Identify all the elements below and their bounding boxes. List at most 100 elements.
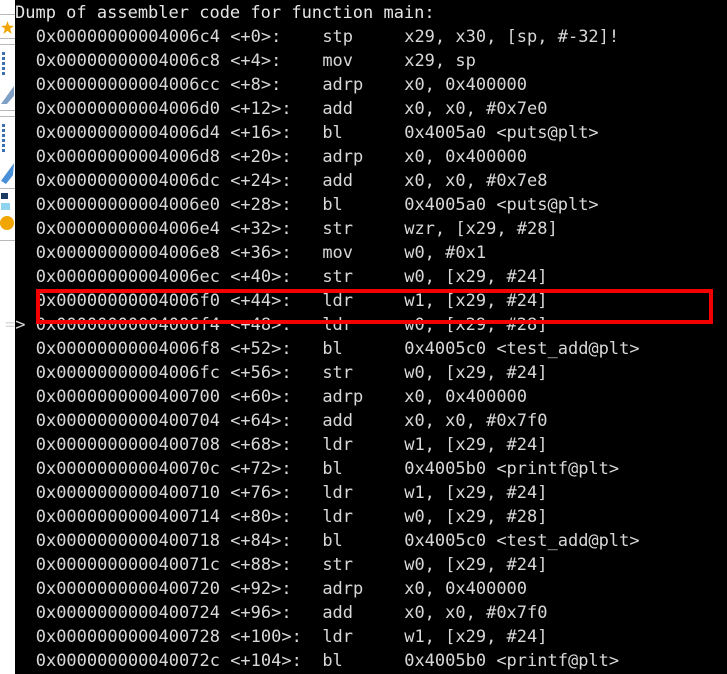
disassembly-line: 0x00000000004006ec <+40>: str w0, [x29, …: [5, 265, 548, 289]
instruction-mnemonic: ldr: [322, 291, 405, 311]
instruction-address: 0x0000000000400718: [35, 531, 231, 551]
instruction-address: 0x0000000000400710: [35, 483, 231, 503]
instruction-address: 0x00000000004006d4: [35, 123, 231, 143]
instruction-mnemonic: add: [322, 99, 405, 119]
instruction-operands: w0, [x29, #28]: [404, 315, 548, 335]
instruction-offset: <+44>:: [230, 291, 323, 311]
instruction-mnemonic: ldr: [322, 315, 405, 335]
instruction-mnemonic: ldr: [322, 435, 405, 455]
instruction-operands: x0, 0x400000: [404, 75, 528, 95]
instruction-address: 0x0000000000400728: [35, 627, 231, 647]
instruction-mnemonic: str: [322, 267, 405, 287]
instruction-offset: <+12>:: [230, 99, 323, 119]
program-counter-marker: [5, 243, 36, 263]
program-counter-marker: [5, 603, 36, 623]
instruction-offset: <+104>:: [230, 651, 323, 671]
instruction-operands: 0x4005b0 <printf@plt>: [404, 459, 620, 479]
instruction-operands: x0, x0, #0x7f0: [404, 603, 548, 623]
disassembly-line: 0x0000000000400704 <+64>: add x0, x0, #0…: [5, 409, 548, 433]
program-counter-marker: [5, 411, 36, 431]
program-counter-marker: [5, 435, 36, 455]
disassembly-line: 0x0000000000400714 <+80>: ldr w0, [x29, …: [5, 505, 548, 529]
instruction-address: 0x00000000004006cc: [35, 75, 231, 95]
disassembly-line: 0x00000000004006dc <+24>: add x0, x0, #0…: [5, 169, 548, 193]
instruction-mnemonic: add: [322, 603, 405, 623]
instruction-address: 0x0000000000400714: [35, 507, 231, 527]
instruction-address: 0x00000000004006f0: [35, 291, 231, 311]
disassembly-line: 0x00000000004006f8 <+52>: bl 0x4005c0 <t…: [5, 337, 640, 361]
instruction-address: 0x00000000004006e0: [35, 195, 231, 215]
instruction-operands: 0x4005b0 <printf@plt>: [404, 651, 620, 671]
instruction-offset: <+100>:: [230, 627, 323, 647]
instruction-mnemonic: add: [322, 411, 405, 431]
disassembly-line: 0x0000000000400720 <+92>: adrp x0, 0x400…: [5, 577, 527, 601]
instruction-mnemonic: mov: [322, 243, 405, 263]
instruction-offset: <+92>:: [230, 579, 323, 599]
program-counter-marker: [5, 171, 36, 191]
instruction-mnemonic: bl: [322, 651, 405, 671]
instruction-mnemonic: add: [322, 171, 405, 191]
instruction-offset: <+56>:: [230, 363, 323, 383]
disassembly-line: 0x00000000004006d4 <+16>: bl 0x4005a0 <p…: [5, 121, 599, 145]
instruction-address: 0x0000000000400720: [35, 579, 231, 599]
instruction-operands: x0, x0, #0x7e8: [404, 171, 548, 191]
disassembly-line: 0x00000000004006e8 <+36>: mov w0, #0x1: [5, 241, 486, 265]
disassembly-line: 0x00000000004006e4 <+32>: str wzr, [x29,…: [5, 217, 558, 241]
instruction-offset: <+60>:: [230, 387, 323, 407]
instruction-address: 0x00000000004006c8: [35, 51, 231, 71]
instruction-mnemonic: ldr: [322, 627, 405, 647]
program-counter-marker: [5, 219, 36, 239]
program-counter-marker: [5, 363, 36, 383]
instruction-offset: <+68>:: [230, 435, 323, 455]
instruction-operands: w0, [x29, #24]: [404, 363, 548, 383]
instruction-offset: <+16>:: [230, 123, 323, 143]
disassembly-line: 0x00000000004006d0 <+12>: add x0, x0, #0…: [5, 97, 548, 121]
instruction-address: 0x0000000000400708: [35, 435, 231, 455]
disassembly-line: 0x0000000000400728 <+100>: ldr w1, [x29,…: [5, 625, 548, 649]
instruction-address: 0x00000000004006c4: [35, 27, 231, 47]
disassembly-line: 0x00000000004006cc <+8>: adrp x0, 0x4000…: [5, 73, 527, 97]
instruction-operands: 0x4005c0 <test_add@plt>: [404, 531, 640, 551]
program-counter-marker: [5, 195, 36, 215]
instruction-operands: x0, 0x400000: [404, 579, 528, 599]
instruction-mnemonic: bl: [322, 123, 405, 143]
instruction-mnemonic: adrp: [322, 147, 405, 167]
program-counter-marker: [5, 147, 36, 167]
instruction-offset: <+20>:: [230, 147, 323, 167]
instruction-operands: w0, [x29, #28]: [404, 507, 548, 527]
instruction-offset: <+48>:: [230, 315, 323, 335]
disassembly-line: 0x000000000040070c <+72>: bl 0x4005b0 <p…: [5, 457, 619, 481]
instruction-operands: w1, [x29, #24]: [404, 483, 548, 503]
program-counter-marker: [5, 627, 36, 647]
disassembly-line: => 0x00000000004006f4 <+48>: ldr w0, [x2…: [5, 313, 548, 337]
disassembly-line: 0x0000000000400710 <+76>: ldr w1, [x29, …: [5, 481, 548, 505]
disassembly-header: Dump of assembler code for function main…: [15, 3, 435, 23]
instruction-operands: wzr, [x29, #28]: [404, 219, 558, 239]
instruction-operands: w0, [x29, #24]: [404, 555, 548, 575]
program-counter-marker: [5, 267, 36, 287]
instruction-mnemonic: bl: [322, 339, 405, 359]
disassembly-line: 0x00000000004006f0 <+44>: ldr w1, [x29, …: [5, 289, 548, 313]
instruction-address: 0x000000000040072c: [35, 651, 231, 671]
instruction-operands: w1, [x29, #24]: [404, 435, 548, 455]
instruction-address: 0x00000000004006d8: [35, 147, 231, 167]
instruction-offset: <+84>:: [230, 531, 323, 551]
disassembly-line: 0x000000000040072c <+104>: bl 0x4005b0 <…: [5, 649, 619, 673]
instruction-offset: <+72>:: [230, 459, 323, 479]
instruction-address: 0x0000000000400724: [35, 603, 231, 623]
instruction-offset: <+36>:: [230, 243, 323, 263]
instruction-address: 0x000000000040070c: [35, 459, 231, 479]
instruction-address: 0x00000000004006f8: [35, 339, 231, 359]
disassembly-line: 0x00000000004006fc <+56>: str w0, [x29, …: [5, 361, 548, 385]
instruction-operands: w1, [x29, #24]: [404, 627, 548, 647]
instruction-mnemonic: mov: [322, 51, 405, 71]
instruction-mnemonic: adrp: [322, 75, 405, 95]
instruction-offset: <+88>:: [230, 555, 323, 575]
instruction-operands: x0, 0x400000: [404, 387, 528, 407]
instruction-mnemonic: adrp: [322, 387, 405, 407]
instruction-offset: <+32>:: [230, 219, 323, 239]
instruction-address: 0x00000000004006e8: [35, 243, 231, 263]
program-counter-marker: [5, 483, 36, 503]
instruction-address: 0x000000000040071c: [35, 555, 231, 575]
program-counter-marker: [5, 531, 36, 551]
